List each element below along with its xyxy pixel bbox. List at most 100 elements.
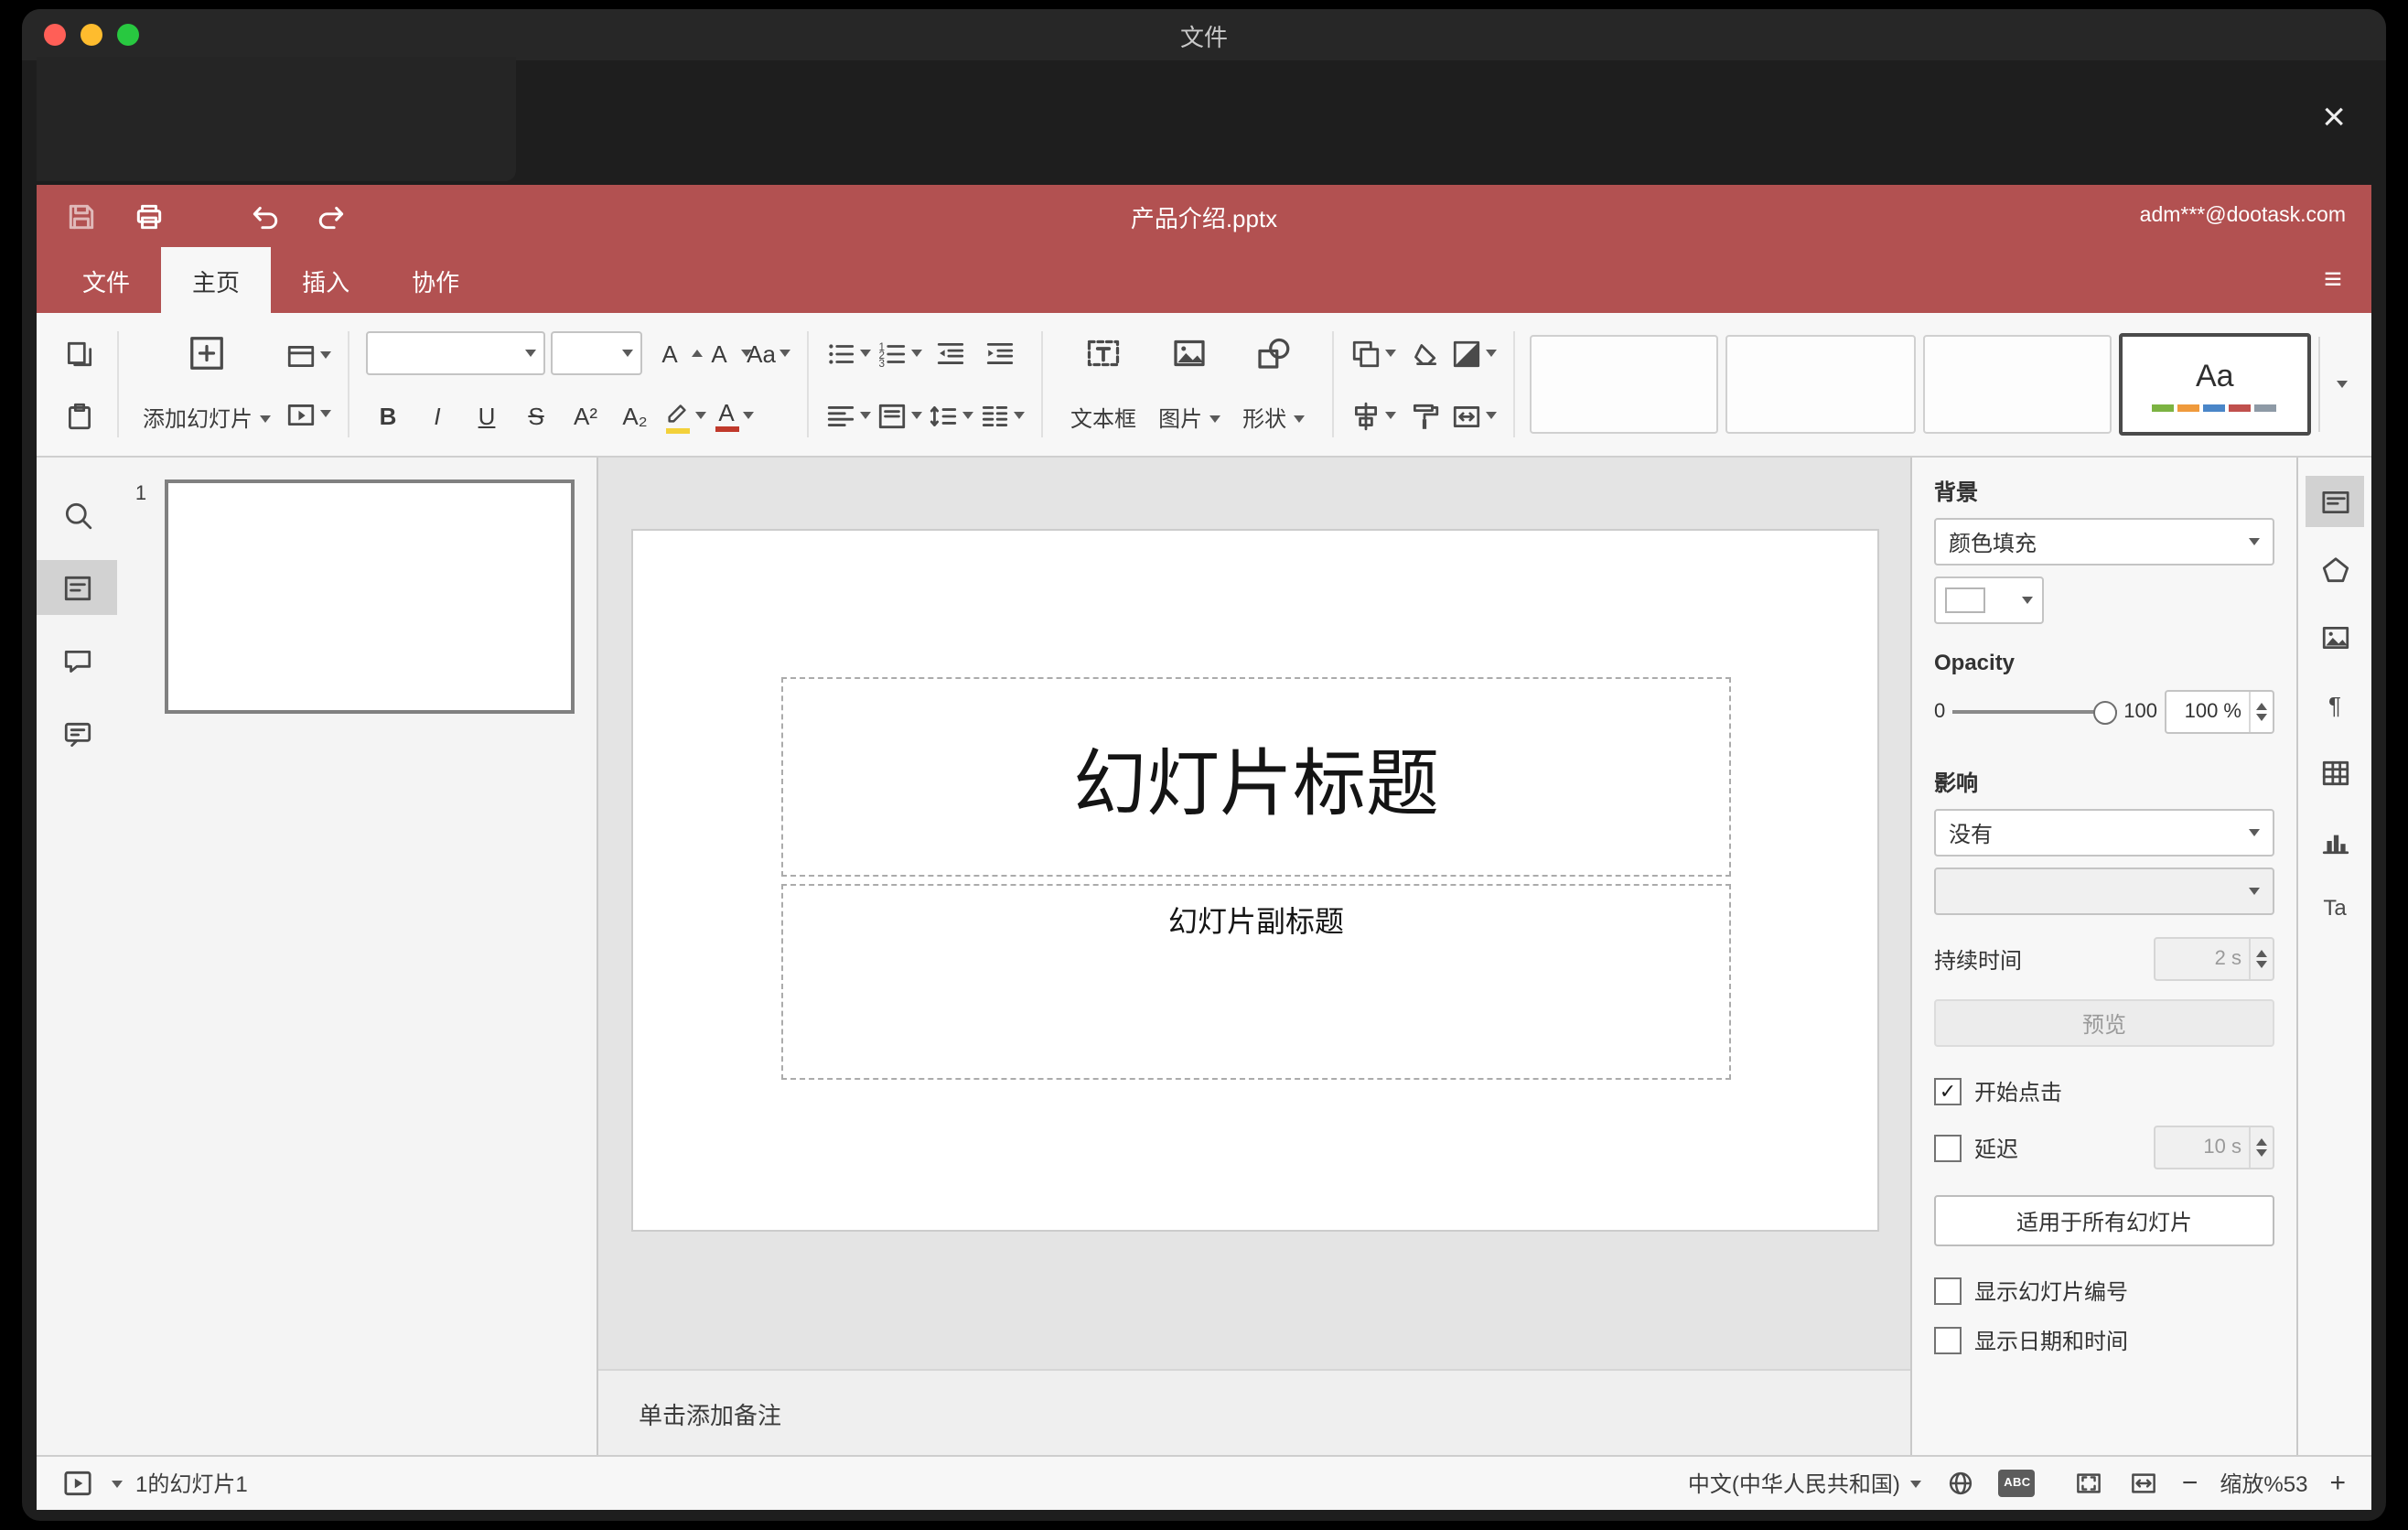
subscript-button[interactable]: A₂: [613, 393, 657, 437]
insert-textbox-button[interactable]: 文本框: [1059, 331, 1147, 437]
print-button[interactable]: [130, 198, 167, 234]
tab-file[interactable]: 文件: [51, 247, 161, 313]
undo-button[interactable]: [245, 198, 282, 234]
start-slideshow-status-button[interactable]: [59, 1465, 95, 1502]
duration-spinner[interactable]: 2 s: [2154, 937, 2274, 981]
italic-button[interactable]: I: [415, 393, 459, 437]
underline-button[interactable]: U: [465, 393, 509, 437]
delay-checkbox[interactable]: [1934, 1134, 1962, 1161]
copy-button[interactable]: [57, 331, 101, 375]
tab-home[interactable]: 主页: [161, 247, 272, 313]
spellcheck-button[interactable]: ABC: [1998, 1470, 2036, 1497]
show-slide-number-checkbox[interactable]: [1934, 1277, 1962, 1305]
increase-indent-button[interactable]: [977, 331, 1021, 375]
title-placeholder[interactable]: 幻灯片标题: [781, 677, 1731, 878]
apply-to-all-button[interactable]: 适用于所有幻灯片: [1934, 1195, 2274, 1246]
fit-width-button[interactable]: [2127, 1467, 2160, 1500]
strikethrough-button[interactable]: S: [514, 393, 558, 437]
font-name-combo[interactable]: [366, 331, 546, 375]
theme-option-selected[interactable]: Aa: [2118, 333, 2311, 436]
start-slideshow-button[interactable]: [285, 392, 332, 436]
slider-knob[interactable]: [2092, 701, 2117, 725]
effect-variant-select[interactable]: [1934, 867, 2274, 915]
background-color-select[interactable]: [1934, 576, 2044, 624]
zoom-window-button[interactable]: [117, 24, 139, 46]
theme-option-1[interactable]: [1530, 335, 1719, 434]
columns-button[interactable]: [979, 393, 1026, 437]
tab-collaboration[interactable]: 协作: [381, 247, 490, 313]
increase-font-button[interactable]: A: [648, 331, 704, 375]
redo-button[interactable]: [313, 198, 349, 234]
zoom-out-button[interactable]: −: [2182, 1470, 2198, 1497]
fill-color-button[interactable]: [1451, 331, 1498, 375]
close-window-button[interactable]: [44, 24, 66, 46]
paragraph-settings-button[interactable]: ¶: [2306, 679, 2364, 730]
slide[interactable]: 幻灯片标题 幻灯片副标题: [632, 531, 1876, 1230]
show-date-time-checkbox[interactable]: [1934, 1327, 1962, 1354]
bullet-list-button[interactable]: [825, 331, 872, 375]
comments-panel-button[interactable]: [37, 633, 117, 688]
minimize-window-button[interactable]: [81, 24, 102, 46]
save-button[interactable]: [62, 198, 99, 234]
shape-settings-button[interactable]: [2306, 544, 2364, 595]
line-spacing-button[interactable]: [928, 393, 974, 437]
insert-shape-button[interactable]: 形状: [1231, 331, 1316, 437]
align-shapes-button[interactable]: [1350, 393, 1397, 437]
tab-insert[interactable]: 插入: [271, 247, 381, 313]
slide-settings-button[interactable]: [2306, 476, 2364, 527]
chevron-down-icon[interactable]: [112, 1480, 123, 1487]
theme-option-2[interactable]: [1725, 335, 1916, 434]
subtitle-placeholder[interactable]: 幻灯片副标题: [781, 883, 1731, 1081]
font-size-combo[interactable]: [551, 331, 643, 375]
bold-button[interactable]: B: [366, 393, 410, 437]
close-icon[interactable]: ×: [2322, 96, 2346, 137]
input-language-button[interactable]: [1944, 1467, 1977, 1500]
copy-style-button[interactable]: [1402, 393, 1446, 437]
notes-area[interactable]: 单击添加备注: [598, 1369, 1910, 1455]
decrease-indent-button[interactable]: [928, 331, 972, 375]
slide-thumbnail-1[interactable]: [165, 479, 575, 714]
superscript-button[interactable]: A²: [564, 393, 607, 437]
start-on-click-checkbox[interactable]: ✓: [1934, 1078, 1962, 1105]
view-settings-icon[interactable]: ≡: [2324, 262, 2342, 298]
zoom-in-button[interactable]: +: [2329, 1470, 2346, 1497]
add-slide-button[interactable]: 添加幻灯片: [135, 329, 278, 439]
opacity-row: 0 100 100 %: [1934, 690, 2274, 734]
slide-layout-button[interactable]: [285, 333, 332, 377]
textart-settings-button[interactable]: Ta: [2306, 882, 2364, 933]
delay-spinner[interactable]: 10 s: [2154, 1126, 2274, 1169]
spinner-arrows[interactable]: [2249, 939, 2273, 979]
opacity-spinner[interactable]: 100 %: [2165, 690, 2274, 734]
background-fill-select[interactable]: 颜色填充: [1934, 518, 2274, 566]
highlight-color-button[interactable]: [662, 393, 706, 437]
image-settings-button[interactable]: [2306, 611, 2364, 663]
slide-size-button[interactable]: [1451, 393, 1498, 437]
font-color-button[interactable]: A: [712, 393, 756, 437]
numbered-list-button[interactable]: 123: [876, 331, 923, 375]
preview-button[interactable]: 预览: [1934, 999, 2274, 1047]
fit-slide-button[interactable]: [2072, 1467, 2105, 1500]
spinner-arrows[interactable]: [2249, 692, 2273, 732]
vertical-align-button[interactable]: [876, 393, 923, 437]
spinner-arrows[interactable]: [2249, 1127, 2273, 1168]
effect-select[interactable]: 没有: [1934, 809, 2274, 857]
paste-button[interactable]: [57, 393, 101, 437]
delay-row: 延迟 10 s: [1934, 1126, 2274, 1169]
insert-image-button[interactable]: 图片: [1147, 331, 1231, 437]
theme-option-3[interactable]: [1922, 335, 2112, 434]
chart-settings-button[interactable]: [2306, 814, 2364, 866]
chevron-down-icon: [911, 412, 923, 419]
table-settings-button[interactable]: [2306, 747, 2364, 798]
arrange-shapes-button[interactable]: [1350, 331, 1397, 375]
clear-style-button[interactable]: [1402, 331, 1446, 375]
feedback-button[interactable]: [37, 706, 117, 761]
slides-panel-button[interactable]: [37, 560, 117, 615]
change-case-button[interactable]: Aa: [747, 331, 790, 375]
language-selector[interactable]: 中文(中华人民共和国): [1688, 1468, 1922, 1499]
opacity-slider[interactable]: [1952, 699, 2117, 725]
decrease-font-button[interactable]: A: [697, 331, 753, 375]
theme-preview-label: Aa: [2195, 358, 2234, 393]
search-button[interactable]: [37, 487, 117, 542]
horizontal-align-button[interactable]: [825, 393, 872, 437]
theme-gallery-expand-button[interactable]: [2318, 337, 2360, 432]
